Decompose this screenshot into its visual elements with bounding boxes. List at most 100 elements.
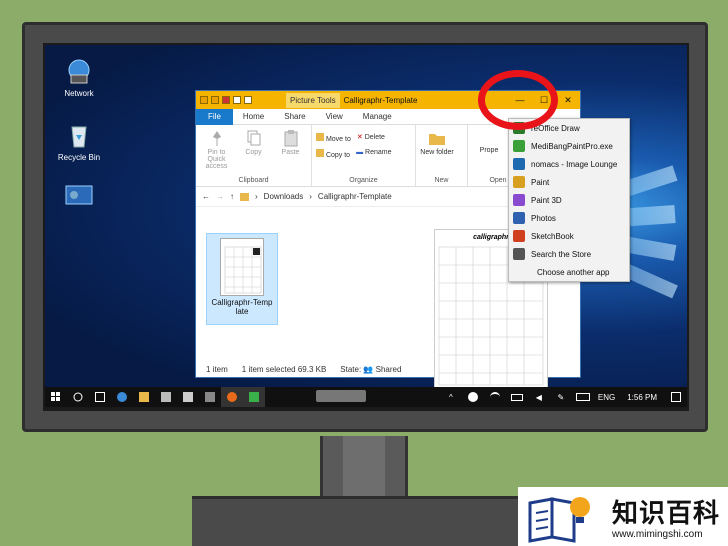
selection-info: 1 item selected 69.3 KB (241, 364, 327, 374)
copy-to-button[interactable]: Copy to (316, 149, 350, 159)
photos-icon (513, 212, 525, 224)
start-button[interactable] (45, 387, 67, 407)
edge-icon[interactable] (111, 387, 133, 407)
breadcrumb-current-folder[interactable]: Calligraphr-Template (318, 192, 392, 201)
defender-icon[interactable] (462, 387, 484, 407)
watermark-text: 知识百科 (612, 499, 721, 529)
app-icon (65, 185, 93, 213)
tab-manage[interactable]: Manage (353, 112, 402, 121)
tab-home[interactable]: Home (233, 112, 274, 121)
keyboard-icon[interactable] (572, 387, 594, 407)
breadcrumb-separator: › (255, 192, 258, 201)
file-thumbnail (220, 238, 264, 296)
up-icon[interactable]: ↑ (230, 192, 234, 201)
chevron-up-icon[interactable]: ^ (440, 387, 462, 407)
open-with-item[interactable]: Paint (509, 173, 629, 191)
paint-icon (513, 176, 525, 188)
wifi-icon[interactable] (484, 387, 506, 407)
volume-icon[interactable]: ◀ (528, 387, 550, 407)
language-indicator[interactable]: ENG (594, 393, 619, 402)
new-group: New folder New (416, 125, 468, 186)
desktop-icon-recycle-bin[interactable]: Recycle Bin (47, 121, 111, 162)
move-to-button[interactable]: Move to (316, 133, 351, 143)
highlight-circle (478, 70, 558, 130)
taskbar: ^ ◀ ✎ ENG 1:56 PM (45, 387, 687, 407)
window-title: Calligraphr-Template (343, 95, 418, 105)
sketchbook-icon (513, 230, 525, 242)
monitor-stand-base (192, 496, 536, 546)
book-bulb-logo-icon (528, 497, 590, 543)
recycle-bin-icon (65, 121, 93, 149)
desktop-icon-network[interactable]: Network (47, 57, 111, 98)
desktop-icon-app[interactable] (47, 185, 111, 217)
back-icon[interactable]: ← (202, 192, 210, 201)
open-with-item-label: SketchBook (531, 231, 574, 241)
open-with-item-label: Search the Store (531, 249, 592, 259)
open-with-item-label: Photos (531, 213, 556, 223)
store-taskbar-icon[interactable] (155, 387, 177, 407)
monitor-stand-neck (320, 436, 408, 496)
search-icon[interactable] (67, 387, 89, 407)
monitor-power-button (316, 390, 366, 402)
notifications-icon[interactable] (665, 387, 687, 407)
folder-small-icon (240, 192, 249, 201)
new-folder-icon (428, 129, 446, 147)
delete-icon[interactable] (222, 96, 230, 104)
status-bar: 1 item 1 item selected 69.3 KB State: 👥 … (196, 361, 580, 377)
nomacs-icon (513, 158, 525, 170)
paste-icon (282, 129, 300, 147)
store-icon (513, 248, 525, 260)
open-with-item[interactable]: MediBangPaintPro.exe (509, 137, 629, 155)
folder-icon[interactable] (200, 96, 208, 104)
open-with-item[interactable]: SketchBook (509, 227, 629, 245)
rename-button[interactable]: ▬ Rename (356, 149, 391, 159)
desktop-icon-label: Recycle Bin (57, 153, 101, 162)
open-with-item[interactable]: nomacs - Image Lounge (509, 155, 629, 173)
open-with-item-label: MediBangPaintPro.exe (531, 141, 613, 151)
clipboard-group: Pin to Quick access Copy Paste Clipboard (196, 125, 312, 186)
breadcrumb-separator: › (309, 192, 312, 201)
tab-file[interactable]: File (196, 108, 233, 125)
properties-icon[interactable] (211, 96, 219, 104)
quick-access-toolbar (196, 96, 252, 104)
organize-group: Move to ✕ Delete Copy to ▬ Rename Organi… (312, 125, 416, 186)
mail-icon[interactable] (177, 387, 199, 407)
redo-icon[interactable] (244, 96, 252, 104)
task-view-icon[interactable] (89, 387, 111, 407)
pen-icon[interactable]: ✎ (550, 387, 572, 407)
app-taskbar-icon[interactable] (243, 387, 265, 407)
open-with-menu: reOffice Draw MediBangPaintPro.exe nomacs … (508, 118, 630, 282)
close-button[interactable]: ✕ (556, 91, 580, 109)
tab-view[interactable]: View (316, 112, 353, 121)
open-with-item[interactable]: Search the Store (509, 245, 629, 263)
calculator-icon[interactable] (199, 387, 221, 407)
open-with-item-label: Choose another app (537, 267, 610, 277)
item-count: 1 item (206, 364, 228, 374)
open-with-item-label: Paint 3D (531, 195, 562, 205)
battery-icon[interactable] (506, 387, 528, 407)
open-with-item[interactable]: Choose another app (509, 263, 629, 281)
watermark-url: www.mimingshi.com (612, 529, 703, 540)
share-state: State: 👥 Shared (340, 364, 402, 374)
desktop-icon-label: Network (64, 89, 94, 98)
delete-button[interactable]: ✕ Delete (357, 133, 385, 143)
undo-icon[interactable] (233, 96, 241, 104)
open-with-item-label: nomacs - Image Lounge (531, 159, 618, 169)
paint3d-icon (513, 194, 525, 206)
clock[interactable]: 1:56 PM (619, 393, 665, 402)
network-icon (65, 57, 93, 85)
explorer-icon[interactable] (133, 387, 155, 407)
open-with-item[interactable]: Paint 3D (509, 191, 629, 209)
forward-icon[interactable]: → (216, 192, 224, 201)
open-with-item-label: Paint (531, 177, 550, 187)
breadcrumb-downloads[interactable]: Downloads (264, 192, 304, 201)
tab-share[interactable]: Share (274, 112, 315, 121)
open-with-item[interactable]: Photos (509, 209, 629, 227)
watermark: 知识百科 www.mimingshi.com (518, 487, 728, 546)
medibang-icon (513, 140, 525, 152)
picture-tools-tab[interactable]: Picture Tools (286, 92, 340, 108)
file-item[interactable]: Calligraphr-Template (206, 233, 278, 325)
firefox-icon[interactable] (221, 387, 243, 407)
copy-icon (245, 129, 263, 147)
file-name-label: Calligraphr-Template (211, 298, 273, 316)
